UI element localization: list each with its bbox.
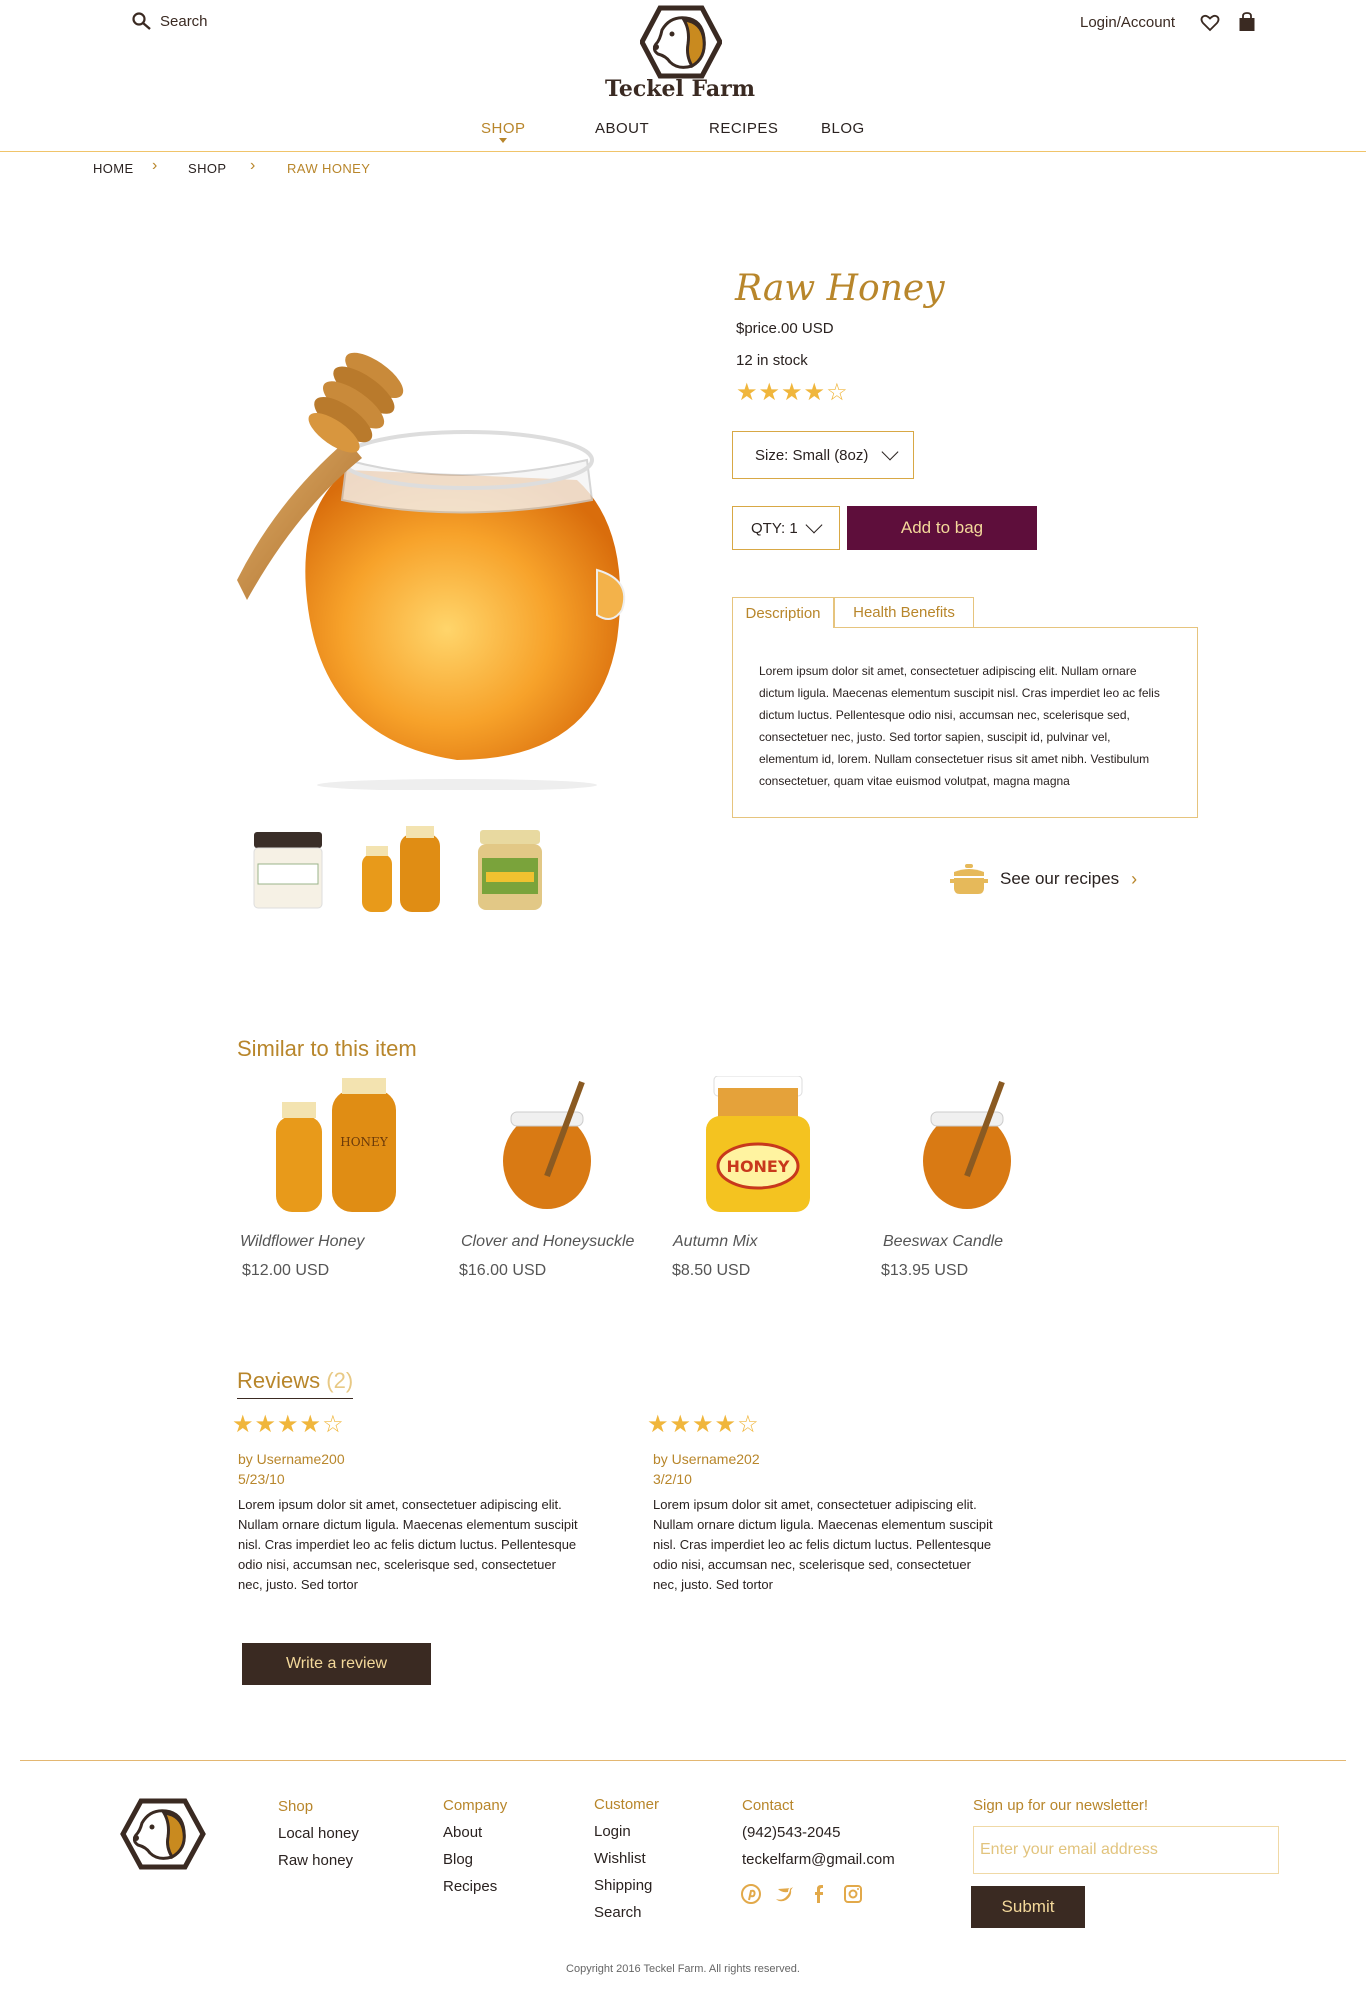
shopping-bag-icon[interactable] [1238, 11, 1256, 33]
nav-about[interactable]: ABOUT [595, 120, 649, 137]
footer-logo[interactable] [120, 1797, 206, 1871]
product-main-image [237, 352, 626, 790]
search-icon [132, 12, 151, 30]
pinterest-icon[interactable] [741, 1884, 761, 1904]
review-text: Lorem ipsum dolor sit amet, consectetuer… [238, 1497, 578, 1592]
svg-text:HONEY: HONEY [340, 1135, 389, 1149]
twitter-icon[interactable] [775, 1884, 795, 1904]
size-select-value: Size: Small (8oz) [755, 446, 869, 464]
breadcrumb-current: RAW HONEY [287, 161, 371, 176]
header-divider [0, 151, 1366, 152]
review-rating-stars: ★★★★☆ [647, 1411, 760, 1438]
similar-item-price: $8.50 USD [672, 1262, 751, 1279]
similar-item-price: $12.00 USD [242, 1262, 330, 1279]
similar-item-name[interactable]: Clover and Honeysuckle [461, 1233, 634, 1251]
reviews-title: Reviews (2) [237, 1368, 354, 1399]
footer-shop-heading: Shop [278, 1798, 314, 1815]
nav-blog[interactable]: BLOG [821, 120, 865, 137]
quantity-select-value: QTY: 1 [751, 519, 798, 537]
footer-contact-heading: Contact [742, 1797, 794, 1814]
footer-link-login[interactable]: Login [594, 1823, 631, 1840]
similar-item-name[interactable]: Autumn Mix [673, 1233, 757, 1251]
footer-link-raw-honey[interactable]: Raw honey [278, 1852, 353, 1869]
footer-phone: (942)543-2045 [742, 1824, 841, 1841]
svg-text:HONEY: HONEY [727, 1157, 790, 1176]
breadcrumb-home[interactable]: HOME [93, 161, 134, 176]
footer-divider [20, 1760, 1346, 1761]
brand-name: Teckel Farm [604, 76, 756, 102]
size-select[interactable]: Size: Small (8oz) [732, 431, 914, 479]
similar-item-name[interactable]: Wildflower Honey [240, 1233, 364, 1251]
heart-icon[interactable] [1200, 13, 1220, 33]
review-date: 3/2/10 [653, 1471, 692, 1487]
similar-item-name[interactable]: Beeswax Candle [883, 1233, 1003, 1251]
similar-item-image[interactable]: HONEY [262, 1076, 422, 1216]
add-to-bag-button[interactable]: Add to bag [847, 506, 1037, 550]
chevron-down-icon [805, 516, 823, 534]
review-username: by Username200 [238, 1451, 345, 1467]
teckel-farm-logo[interactable] [640, 4, 722, 80]
instagram-icon[interactable] [843, 1884, 863, 1904]
reviews-title-label: Reviews [237, 1368, 321, 1393]
footer-link-local-honey[interactable]: Local honey [278, 1825, 359, 1842]
reviews-count: (2) [326, 1368, 354, 1393]
breadcrumb-chevron-icon: › [250, 157, 256, 174]
nav-active-caret-icon [499, 138, 507, 143]
product-thumbnail[interactable] [470, 824, 550, 916]
newsletter-submit-button[interactable]: Submit [971, 1886, 1085, 1928]
product-description: Lorem ipsum dolor sit amet, consectetuer… [732, 627, 1198, 818]
copyright: Copyright 2016 Teckel Farm. All rights r… [566, 1963, 800, 1975]
product-price: $price.00 USD [736, 320, 834, 337]
footer-link-search[interactable]: Search [594, 1904, 642, 1921]
newsletter-email-input[interactable] [973, 1826, 1279, 1874]
review-username: by Username202 [653, 1451, 760, 1467]
newsletter-heading: Sign up for our newsletter! [973, 1797, 1149, 1814]
similar-item-image[interactable]: HONEY [660, 1076, 856, 1216]
similar-section-title: Similar to this item [237, 1036, 417, 1061]
stock-status: 12 in stock [736, 352, 808, 369]
search-link[interactable]: Search [132, 12, 208, 30]
nav-shop[interactable]: SHOP [481, 120, 526, 137]
similar-item-image[interactable] [907, 1076, 1027, 1216]
pot-icon [950, 864, 988, 894]
product-thumbnail[interactable] [248, 824, 328, 916]
product-thumbnail[interactable] [352, 824, 448, 916]
similar-item-image[interactable] [487, 1076, 607, 1216]
footer-company-heading: Company [443, 1797, 508, 1814]
nav-recipes[interactable]: RECIPES [709, 120, 778, 137]
product-title: Raw Honey [735, 268, 945, 309]
write-review-button[interactable]: Write a review [242, 1643, 431, 1685]
footer-link-wishlist[interactable]: Wishlist [594, 1850, 646, 1867]
tab-description[interactable]: Description [732, 597, 834, 628]
chevron-right-icon: › [1131, 868, 1138, 889]
see-recipes-link[interactable]: See our recipes › [950, 862, 1137, 896]
footer-link-about[interactable]: About [443, 1824, 482, 1841]
review-rating-stars: ★★★★☆ [232, 1411, 345, 1438]
see-recipes-label: See our recipes [1000, 869, 1120, 888]
facebook-icon[interactable] [809, 1884, 829, 1904]
review-date: 5/23/10 [238, 1471, 285, 1487]
similar-item-price: $16.00 USD [459, 1262, 547, 1279]
chevron-down-icon [881, 443, 899, 461]
login-account-link[interactable]: Login/Account [1080, 14, 1175, 31]
review-text: Lorem ipsum dolor sit amet, consectetuer… [653, 1497, 993, 1592]
similar-item-price: $13.95 USD [881, 1262, 969, 1279]
footer-link-blog[interactable]: Blog [443, 1851, 473, 1868]
breadcrumb-shop[interactable]: SHOP [188, 161, 226, 176]
search-label: Search [160, 12, 208, 30]
tab-health-benefits[interactable]: Health Benefits [834, 597, 974, 627]
footer-customer-heading: Customer [594, 1796, 660, 1813]
footer-link-shipping[interactable]: Shipping [594, 1877, 652, 1894]
breadcrumb-chevron-icon: › [152, 157, 158, 174]
footer-link-recipes[interactable]: Recipes [443, 1878, 497, 1895]
product-rating-stars: ★★★★☆ [736, 379, 849, 406]
quantity-select[interactable]: QTY: 1 [732, 506, 840, 550]
footer-email[interactable]: teckelfarm@gmail.com [742, 1851, 895, 1868]
